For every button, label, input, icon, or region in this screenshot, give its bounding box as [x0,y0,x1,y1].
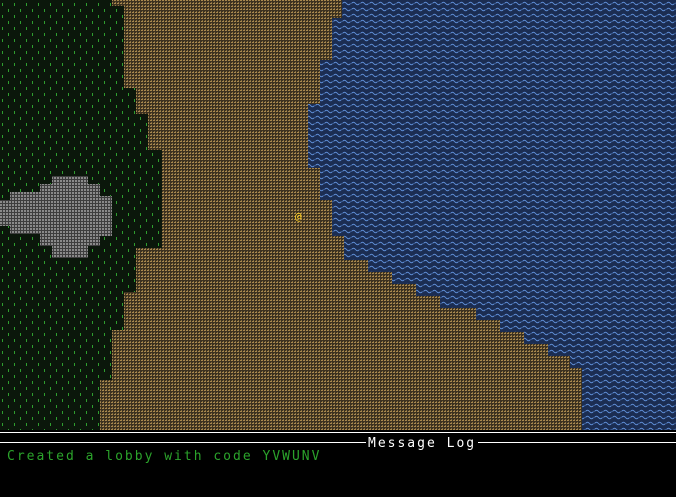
message-log-rule-bottom [0,442,676,443]
player-character[interactable]: @ [295,210,302,223]
message-log-title: Message Log [366,436,479,452]
message-log-entry: Created a lobby with code YVWUNV [7,449,322,464]
message-log-rule-top [0,432,676,433]
world-map[interactable]: @ [0,0,676,430]
